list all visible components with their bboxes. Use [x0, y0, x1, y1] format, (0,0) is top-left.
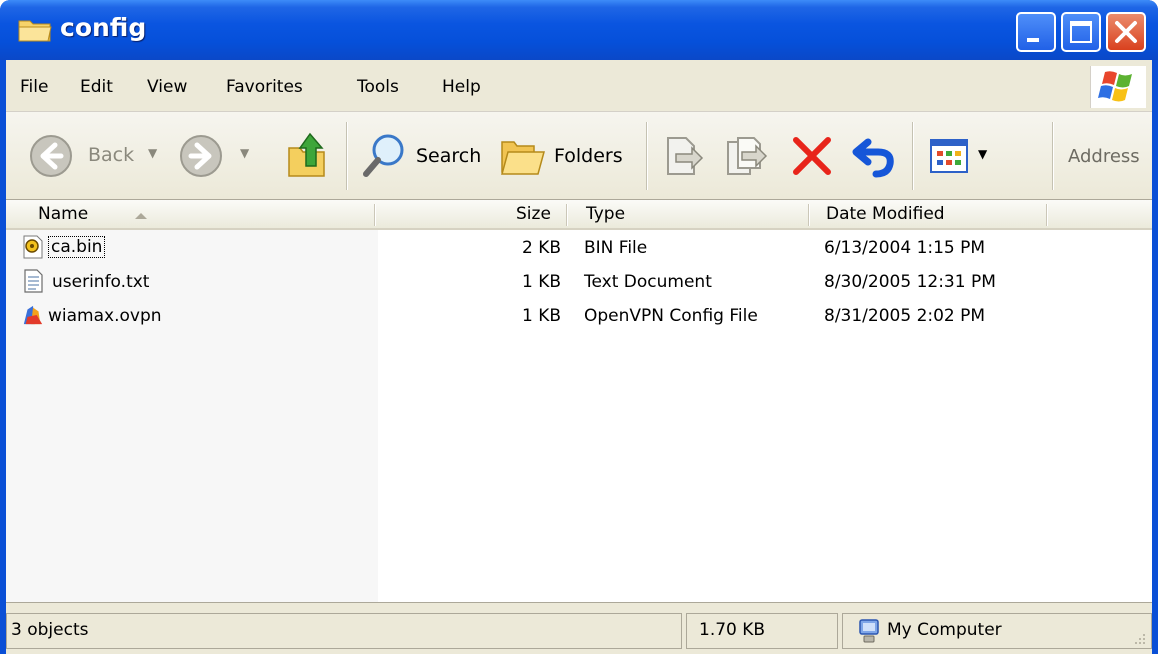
back-label: Back: [88, 144, 135, 166]
close-button[interactable]: [1106, 12, 1146, 52]
list-item[interactable]: wiamax.ovpn 1 KB OpenVPN Config File 8/3…: [6, 300, 1152, 332]
search-button[interactable]: Search: [362, 132, 490, 180]
column-divider[interactable]: [566, 204, 568, 226]
views-button[interactable]: ▼: [928, 134, 996, 178]
column-name[interactable]: Name: [38, 204, 88, 224]
file-type: BIN File: [584, 238, 648, 258]
explorer-window: config File Edit View Favorites Tools He…: [0, 0, 1158, 654]
search-label: Search: [416, 145, 482, 167]
column-divider[interactable]: [374, 204, 376, 226]
folder-icon: [18, 20, 52, 42]
my-computer-icon: [859, 619, 879, 643]
sort-ascending-icon: [135, 213, 147, 219]
file-date-modified: 8/30/2005 12:31 PM: [824, 272, 996, 292]
file-size: 1 KB: [522, 306, 562, 326]
forward-arrow-icon: [180, 135, 222, 177]
file-date-modified: 6/13/2004 1:15 PM: [824, 238, 986, 258]
total-size-text: 1.70 KB: [699, 620, 766, 640]
copy-to-icon: [727, 137, 768, 175]
back-arrow-icon: [30, 135, 72, 177]
maximize-button[interactable]: [1061, 12, 1101, 52]
back-button[interactable]: Back ▼: [28, 133, 164, 179]
delete-icon: [793, 137, 831, 175]
text-file-icon: [24, 269, 43, 293]
window-frame: File Edit View Favorites Tools Help Back…: [6, 60, 1152, 654]
openvpn-file-icon: [23, 305, 43, 325]
copy-to-button[interactable]: [724, 134, 768, 178]
menu-file[interactable]: File: [20, 77, 48, 97]
toolbar-separator: [1052, 122, 1054, 190]
close-icon: [1115, 21, 1137, 43]
windows-flag-icon: [1098, 71, 1132, 102]
location-text: My Computer: [887, 620, 1002, 640]
undo-icon: [852, 138, 894, 178]
minimize-icon: [1027, 38, 1039, 42]
window-title: config: [60, 13, 147, 42]
status-total-size: 1.70 KB: [686, 613, 838, 649]
back-dropdown-icon: ▼: [148, 146, 158, 160]
resize-grip-icon[interactable]: [1131, 630, 1147, 646]
bin-file-icon: [23, 235, 43, 259]
column-divider[interactable]: [808, 204, 810, 226]
menu-tools[interactable]: Tools: [357, 77, 399, 97]
status-object-count: 3 objects: [6, 613, 682, 649]
delete-button[interactable]: [790, 134, 834, 178]
menu-favorites[interactable]: Favorites: [226, 77, 303, 97]
standard-toolbar: Back ▼ ▼ Search Folders ▼ Address: [6, 112, 1152, 200]
undo-button[interactable]: [852, 134, 898, 178]
file-name[interactable]: wiamax.ovpn: [48, 306, 162, 326]
list-item[interactable]: ca.bin 2 KB BIN File 6/13/2004 1:15 PM: [6, 232, 1152, 264]
toolbar-separator: [346, 122, 348, 190]
status-location: My Computer: [842, 613, 1152, 649]
file-size: 1 KB: [522, 272, 562, 292]
maximize-icon: [1070, 21, 1092, 43]
search-icon: [363, 134, 404, 177]
menu-help[interactable]: Help: [442, 77, 481, 97]
move-to-button[interactable]: [662, 134, 704, 178]
views-dropdown-icon: ▼: [978, 147, 988, 161]
status-bar: 3 objects 1.70 KB My Computer: [6, 602, 1152, 654]
menu-bar: File Edit View Favorites Tools Help: [6, 60, 1152, 112]
windows-logo: [1090, 66, 1146, 108]
move-to-icon: [667, 137, 704, 175]
file-type: Text Document: [584, 272, 712, 292]
file-name[interactable]: ca.bin: [48, 236, 106, 258]
forward-dropdown-icon: ▼: [240, 146, 250, 160]
minimize-button[interactable]: [1016, 12, 1056, 52]
file-name[interactable]: userinfo.txt: [52, 272, 149, 292]
forward-button[interactable]: ▼: [178, 133, 258, 179]
address-label[interactable]: Address: [1068, 146, 1140, 167]
file-list[interactable]: ca.bin 2 KB BIN File 6/13/2004 1:15 PM u…: [6, 230, 1152, 602]
column-size[interactable]: Size: [516, 204, 551, 224]
folders-button[interactable]: Folders: [500, 132, 630, 180]
column-header-bar: Name Size Type Date Modified: [6, 200, 1152, 230]
up-folder-icon: [288, 132, 325, 177]
file-date-modified: 8/31/2005 2:02 PM: [824, 306, 986, 326]
views-icon: [930, 139, 968, 173]
toolbar-separator: [646, 122, 648, 190]
folders-label: Folders: [554, 145, 623, 167]
up-folder-button[interactable]: [286, 130, 332, 180]
file-size: 2 KB: [522, 238, 562, 258]
menu-edit[interactable]: Edit: [80, 77, 113, 97]
list-item[interactable]: userinfo.txt 1 KB Text Document 8/30/200…: [6, 266, 1152, 298]
title-bar[interactable]: config: [0, 0, 1158, 60]
menu-view[interactable]: View: [147, 77, 187, 97]
object-count-text: 3 objects: [11, 620, 89, 640]
column-type[interactable]: Type: [586, 204, 625, 224]
file-type: OpenVPN Config File: [584, 306, 758, 326]
toolbar-separator: [912, 122, 914, 190]
folders-icon: [501, 141, 545, 175]
column-divider[interactable]: [1046, 204, 1048, 226]
column-date-modified[interactable]: Date Modified: [826, 204, 945, 224]
